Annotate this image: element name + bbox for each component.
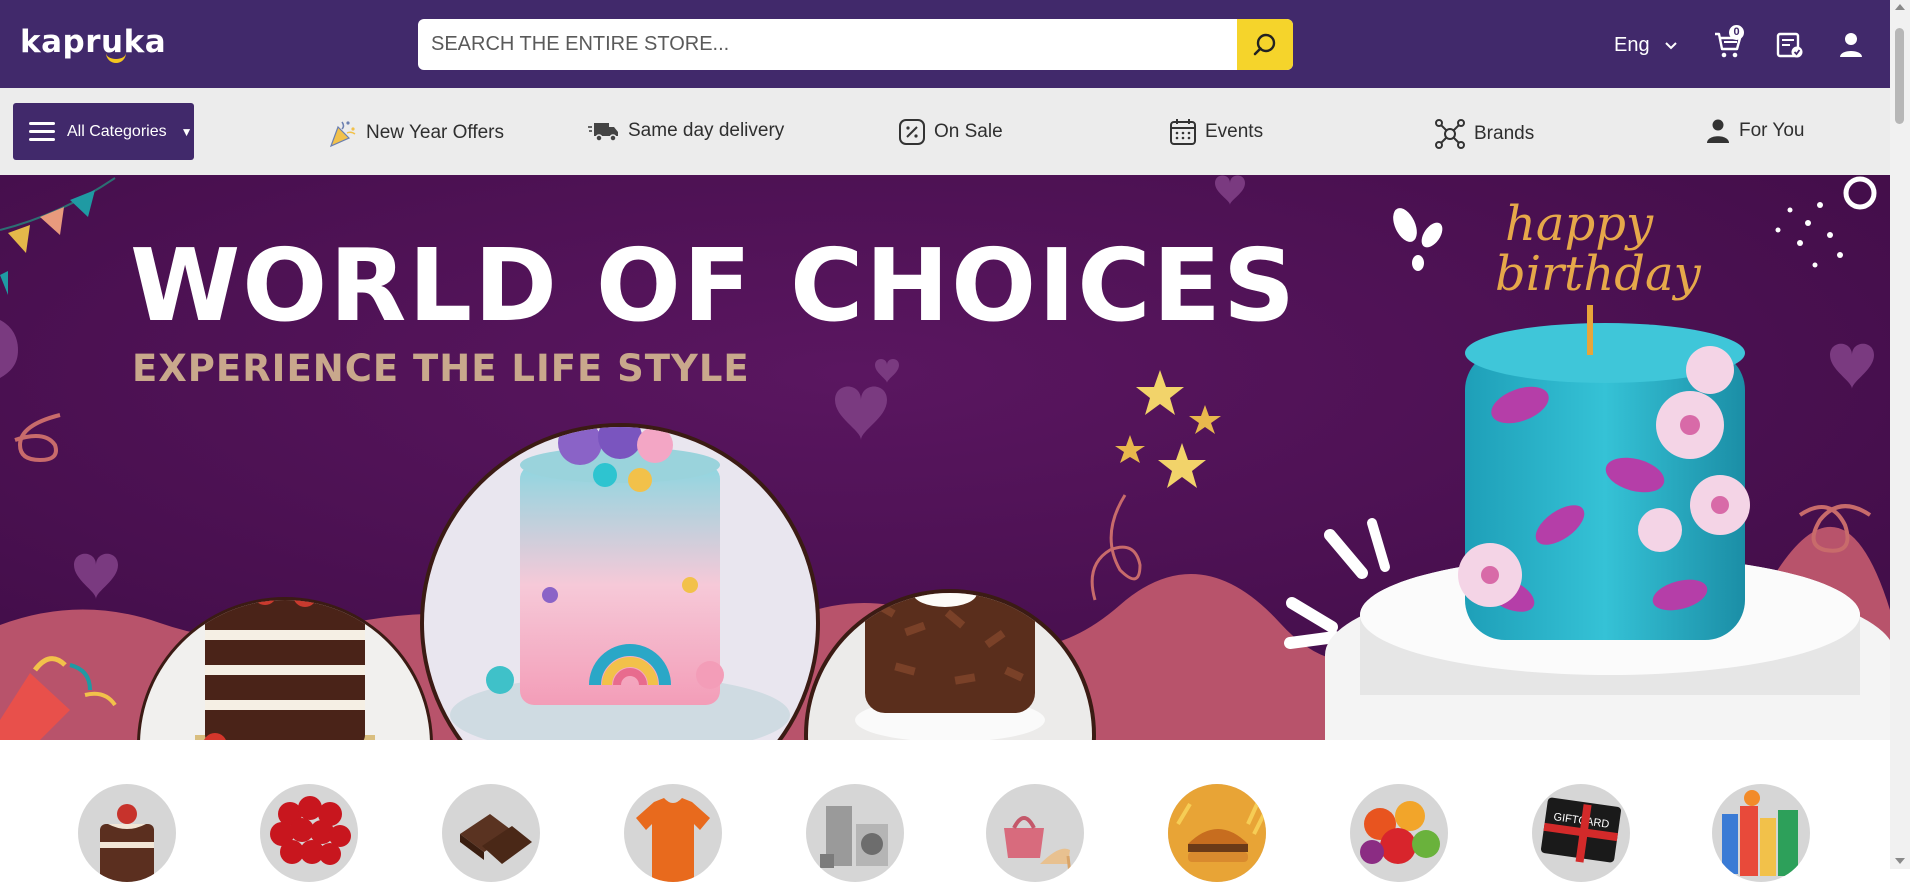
nav-link-new-year-offers[interactable]: New Year Offers	[328, 118, 504, 148]
caret-down-icon: ▼	[180, 124, 193, 139]
user-icon	[1840, 33, 1862, 57]
percent-tag-icon	[899, 119, 925, 145]
calendar-icon	[1170, 119, 1196, 145]
handbag-shoes-thumbnail	[1004, 816, 1072, 875]
nav-link-label: New Year Offers	[366, 122, 505, 143]
hamburger-icon	[29, 117, 55, 146]
language-selector[interactable]: Eng	[1614, 34, 1678, 57]
category-cakes[interactable]	[78, 784, 176, 882]
nav-link-same-day-delivery[interactable]: Same day delivery	[588, 118, 784, 144]
orders-button[interactable]	[1775, 30, 1805, 60]
hero-title: WORLD OF CHOICES	[130, 227, 1298, 344]
category-electronics[interactable]	[806, 784, 904, 882]
roses-thumbnail	[270, 796, 351, 865]
category-food[interactable]	[1168, 784, 1266, 882]
svg-text:birthday: birthday	[1495, 246, 1702, 302]
top-header: kapruka Eng 0	[0, 0, 1890, 88]
fruits-thumbnail	[1360, 801, 1440, 864]
all-categories-button[interactable]: All Categories ▼	[13, 103, 194, 160]
nav-link-label: For You	[1739, 120, 1805, 141]
category-nav-bar: All Categories ▼ New Year Offers Same da…	[0, 88, 1890, 175]
delivery-truck-icon	[588, 123, 618, 142]
nav-link-on-sale[interactable]: On Sale	[898, 118, 1003, 146]
nav-link-label: Brands	[1474, 123, 1535, 144]
category-fruits[interactable]	[1350, 784, 1448, 882]
party-popper-icon	[329, 121, 356, 148]
category-fashion[interactable]	[986, 784, 1084, 882]
scrollbar-thumb[interactable]	[1895, 28, 1904, 124]
nav-link-for-you[interactable]: For You	[1705, 118, 1805, 144]
page-scrollbar[interactable]	[1890, 0, 1910, 869]
user-icon	[1707, 119, 1729, 143]
category-chocolates[interactable]	[442, 784, 540, 882]
search-button[interactable]	[1237, 19, 1293, 70]
fast-food-thumbnail	[1168, 784, 1266, 882]
kapruka-logo[interactable]: kapruka	[20, 24, 166, 63]
cake-topper-text: happy	[1505, 196, 1654, 252]
cake-thumbnail	[100, 804, 154, 882]
nav-link-events[interactable]: Events	[1169, 118, 1263, 146]
search-bar	[418, 19, 1293, 70]
gift-card-thumbnail: GIFTCARD	[1540, 797, 1622, 863]
tshirt-thumbnail	[636, 798, 710, 882]
network-icon	[1435, 119, 1465, 149]
all-categories-label: All Categories	[67, 122, 167, 140]
nav-link-label: Events	[1205, 121, 1264, 142]
category-flowers[interactable]	[260, 784, 358, 882]
nav-link-label: On Sale	[934, 121, 1003, 142]
category-clothing[interactable]	[624, 784, 722, 882]
hero-banner[interactable]: happy birthday WORLD OF CHOICES EXPERIEN…	[0, 175, 1890, 740]
chevron-down-icon	[1664, 41, 1677, 49]
chocolate-thumbnail	[460, 814, 532, 864]
category-strip: GIFTCARD	[0, 740, 1890, 882]
appliances-thumbnail	[820, 806, 888, 868]
order-list-icon	[1776, 32, 1803, 58]
cart-button[interactable]: 0	[1713, 25, 1744, 60]
category-gift-cards[interactable]: GIFTCARD	[1532, 784, 1630, 882]
logo-smile-mark	[106, 53, 126, 63]
language-label: Eng	[1614, 34, 1650, 56]
search-icon	[1253, 33, 1276, 55]
scroll-down-arrow-icon[interactable]	[1895, 858, 1905, 864]
hero-subtitle: EXPERIENCE THE LIFE STYLE	[132, 347, 750, 390]
cart-count-badge: 0	[1729, 25, 1744, 40]
category-groceries[interactable]	[1712, 784, 1810, 882]
account-button[interactable]	[1836, 30, 1866, 60]
scroll-up-arrow-icon[interactable]	[1895, 4, 1905, 10]
nav-link-label: Same day delivery	[628, 120, 785, 141]
nav-link-brands[interactable]: Brands	[1434, 118, 1534, 150]
groceries-thumbnail	[1722, 790, 1798, 876]
search-input[interactable]	[418, 19, 1238, 70]
